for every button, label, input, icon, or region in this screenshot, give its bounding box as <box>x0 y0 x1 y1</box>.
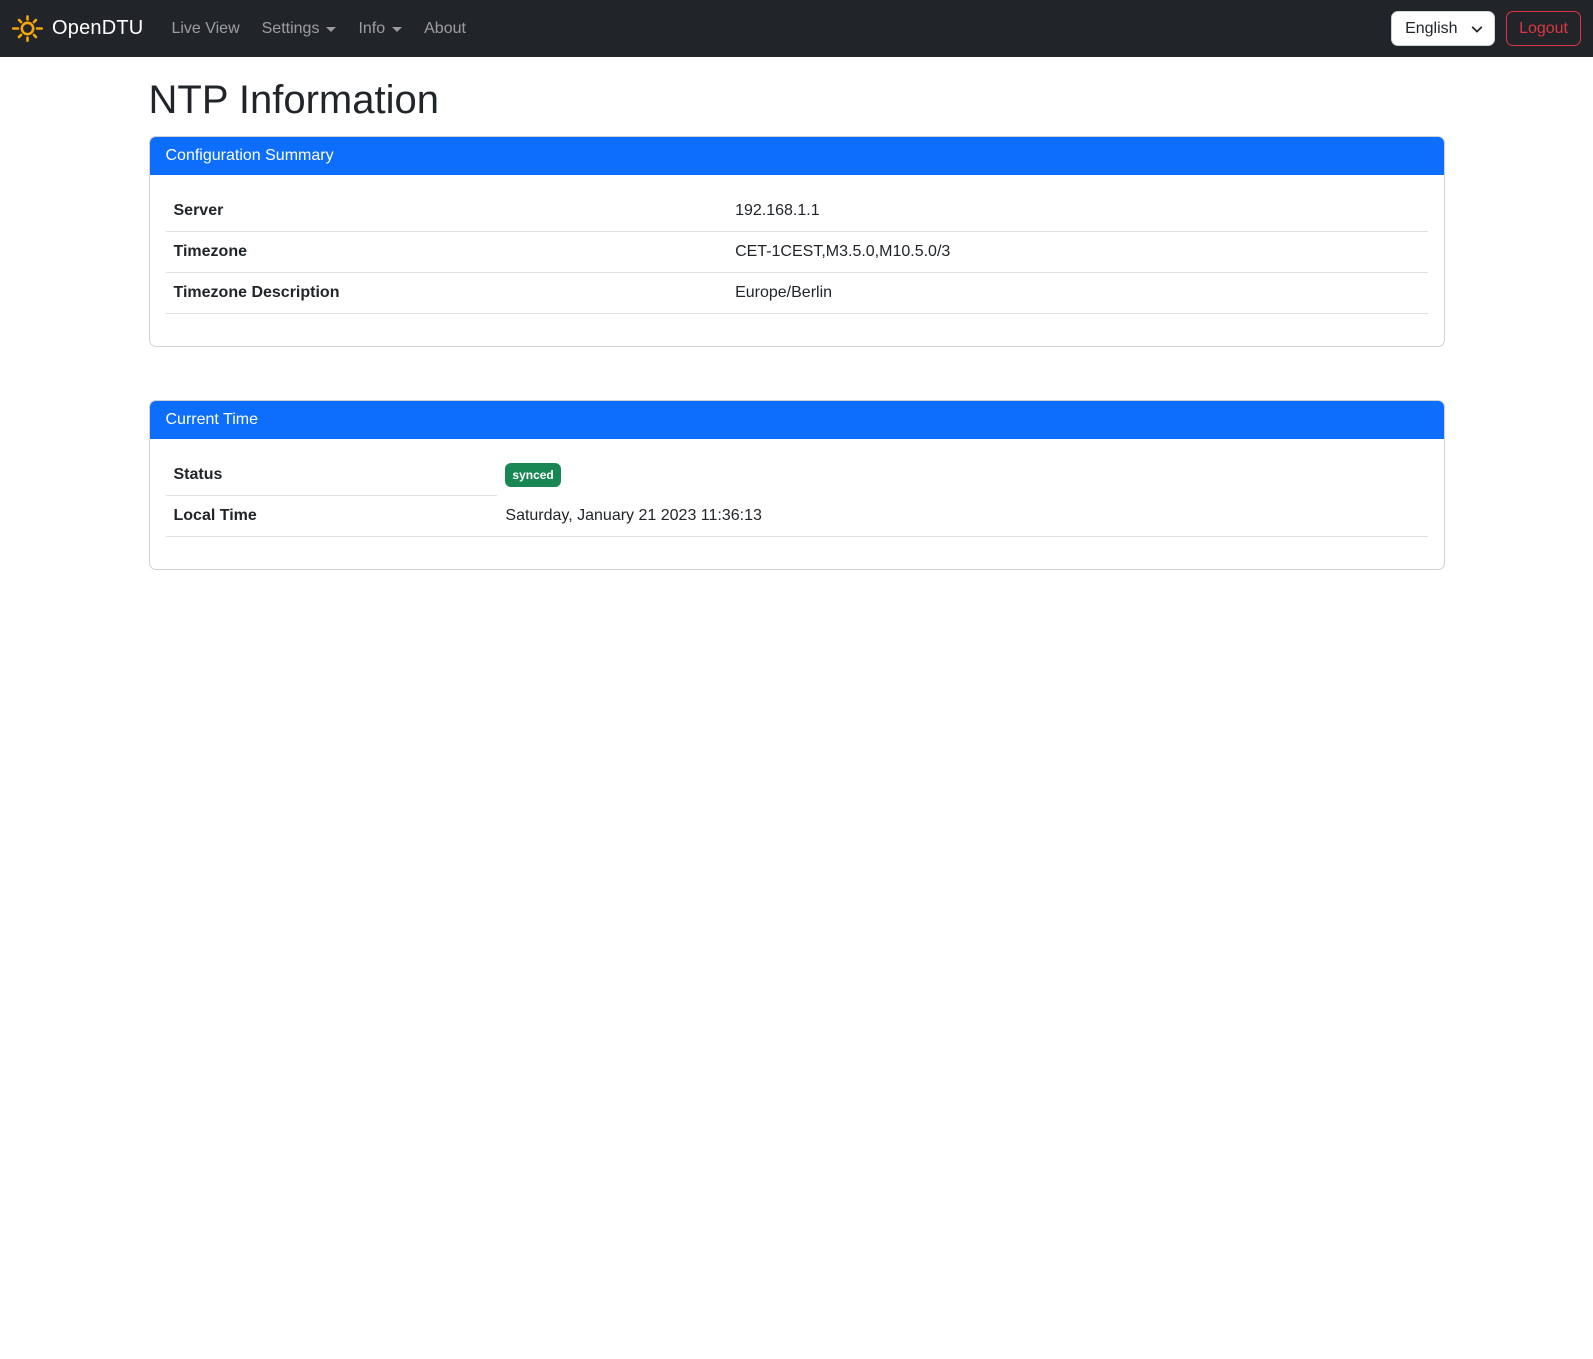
row-label: Timezone <box>166 232 728 273</box>
current-time-card: Current Time Status synced Local Time Sa… <box>149 400 1445 570</box>
language-select[interactable]: English <box>1391 11 1495 46</box>
top-navbar: OpenDTU Live View Settings Info About En… <box>0 0 1593 57</box>
row-label: Server <box>166 191 728 232</box>
card-header: Current Time <box>150 401 1444 439</box>
row-value: CET-1CEST,M3.5.0,M10.5.0/3 <box>727 232 1427 273</box>
nav-item-label: About <box>424 20 466 38</box>
nav-item-info[interactable]: Info <box>350 12 410 46</box>
nav-item-settings[interactable]: Settings <box>254 12 345 46</box>
row-value: Europe/Berlin <box>727 273 1427 314</box>
row-value: synced <box>497 455 1427 496</box>
logout-button[interactable]: Logout <box>1506 11 1581 46</box>
status-badge: synced <box>505 463 560 487</box>
nav-item-about[interactable]: About <box>416 12 474 46</box>
configuration-summary-card: Configuration Summary Server 192.168.1.1… <box>149 136 1445 347</box>
table-row: Status synced <box>166 455 1428 496</box>
table-row: Local Time Saturday, January 21 2023 11:… <box>166 496 1428 537</box>
card-body: Status synced Local Time Saturday, Janua… <box>150 439 1444 569</box>
nav-menu: Live View Settings Info About <box>163 12 480 46</box>
row-label: Status <box>166 455 498 496</box>
caret-down-icon <box>326 27 336 32</box>
row-label: Timezone Description <box>166 273 728 314</box>
configuration-summary-table: Server 192.168.1.1 Timezone CET-1CEST,M3… <box>166 191 1428 314</box>
nav-item-label: Info <box>358 20 385 38</box>
brand-label: OpenDTU <box>52 17 143 40</box>
language-select-wrap: English <box>1391 11 1495 46</box>
current-time-table: Status synced Local Time Saturday, Janua… <box>166 455 1428 537</box>
navbar-right-controls: English Logout <box>1391 11 1581 46</box>
card-header: Configuration Summary <box>150 137 1444 175</box>
table-row: Server 192.168.1.1 <box>166 191 1428 232</box>
main-content: NTP Information Configuration Summary Se… <box>149 78 1445 570</box>
table-row: Timezone CET-1CEST,M3.5.0,M10.5.0/3 <box>166 232 1428 273</box>
brand-link[interactable]: OpenDTU <box>12 13 143 44</box>
row-value: Saturday, January 21 2023 11:36:13 <box>497 496 1427 537</box>
card-body: Server 192.168.1.1 Timezone CET-1CEST,M3… <box>150 175 1444 346</box>
nav-item-label: Settings <box>262 20 320 38</box>
row-value: 192.168.1.1 <box>727 191 1427 232</box>
sun-icon <box>12 13 43 44</box>
page-title: NTP Information <box>149 78 1445 123</box>
row-label: Local Time <box>166 496 498 537</box>
table-row: Timezone Description Europe/Berlin <box>166 273 1428 314</box>
nav-item-live-view[interactable]: Live View <box>163 12 247 46</box>
nav-item-label: Live View <box>171 20 239 38</box>
caret-down-icon <box>392 27 402 32</box>
